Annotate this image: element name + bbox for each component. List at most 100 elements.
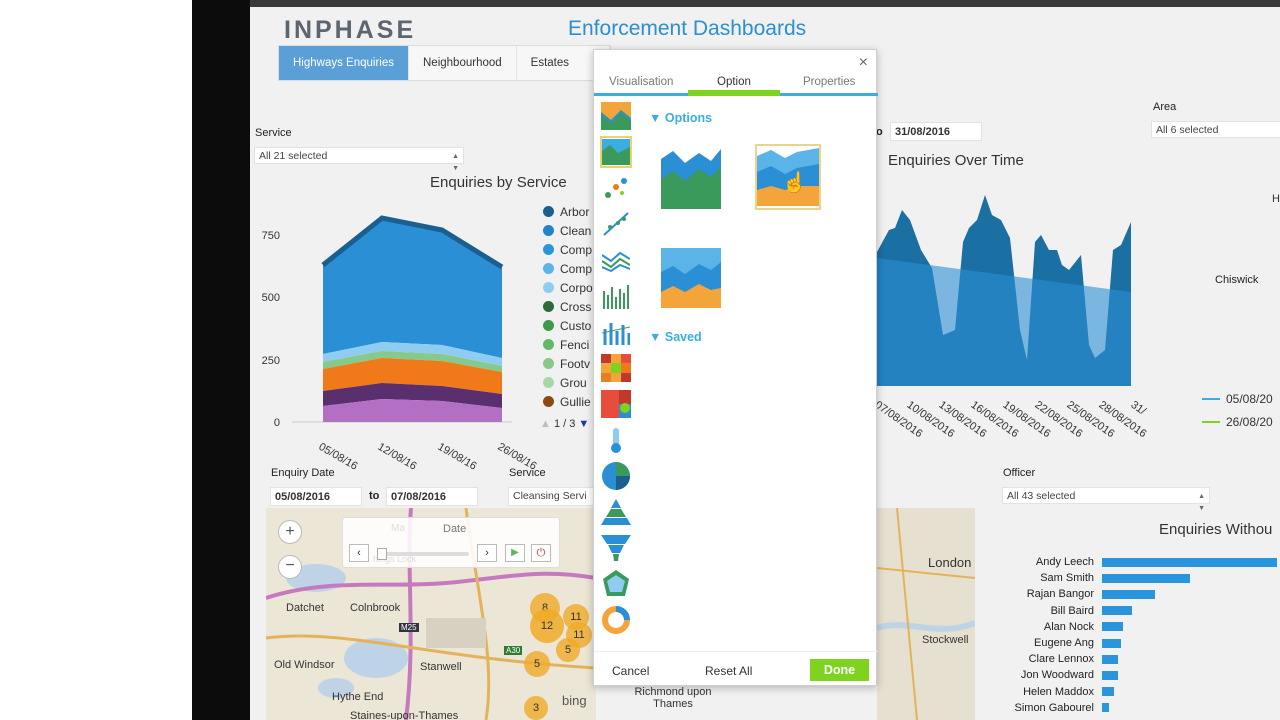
mouse-cursor-icon: ☝ <box>782 172 807 194</box>
service-select-2[interactable]: Cleansing Servi <box>508 487 598 506</box>
legend-item[interactable]: Grou <box>543 373 593 392</box>
trend-scatter-icon[interactable] <box>600 208 632 240</box>
area-select[interactable]: All 6 selected <box>1151 121 1280 138</box>
timeline-slider-handle[interactable] <box>377 548 387 560</box>
treemap-icon[interactable] <box>600 388 632 420</box>
legend-item[interactable]: Comp <box>543 259 593 278</box>
sparkline-icon[interactable] <box>600 280 632 312</box>
chart-type-icon-list <box>600 100 634 640</box>
chiswick-label: Chiswick <box>1215 274 1259 286</box>
legend-dot-icon <box>543 206 554 217</box>
officer-bar[interactable] <box>1102 622 1123 632</box>
percent-area-option[interactable] <box>658 245 724 311</box>
power-icon[interactable]: ⏻ <box>531 544 551 562</box>
tab-properties[interactable]: Properties <box>803 76 855 88</box>
map-cluster[interactable]: 3 <box>524 696 548 720</box>
play-icon[interactable]: ▶ <box>505 544 525 562</box>
reset-all-button[interactable]: Reset All <box>705 664 752 678</box>
bar-lines-icon[interactable] <box>600 316 632 348</box>
thermometer-icon[interactable] <box>600 424 632 456</box>
tab-neighbourhood[interactable]: Neighbourhood <box>409 46 517 80</box>
road-shield: M25 <box>399 623 419 632</box>
saved-section-header[interactable]: ▼ Saved <box>649 330 702 344</box>
funnel-icon[interactable] <box>600 532 632 564</box>
pager-prev-icon[interactable]: ▲ <box>540 418 551 430</box>
end-date-input[interactable]: 31/08/2016 <box>890 122 982 141</box>
legend-item[interactable]: Comp <box>543 240 593 259</box>
zoom-out-button[interactable]: − <box>278 555 302 579</box>
tab-option[interactable]: Option <box>717 76 751 88</box>
legend-pager[interactable]: ▲ 1 / 3 ▼ <box>540 418 589 430</box>
officer-select[interactable]: All 43 selected ▲ ▼ <box>1002 487 1210 512</box>
service-select-value: All 21 selected <box>259 150 328 162</box>
x-tick-label: 12/08/16 <box>376 441 419 470</box>
dialog-tabs: Visualisation Option Properties <box>594 72 878 96</box>
timeline-prev-button[interactable]: ‹ <box>349 544 369 562</box>
radar-icon[interactable] <box>600 568 632 600</box>
map-east[interactable]: London Stockwell <box>876 507 977 720</box>
close-icon[interactable]: × <box>859 54 868 72</box>
area-select-value: All 6 selected <box>1156 124 1219 136</box>
officer-bar[interactable] <box>1102 606 1132 616</box>
stacked-area-option[interactable] <box>658 146 724 212</box>
outer-background <box>0 0 192 720</box>
multi-line-icon[interactable] <box>600 244 632 276</box>
pager-next-icon[interactable]: ▼ <box>578 418 589 430</box>
enquiries-without-title: Enquiries Withou <box>1159 521 1273 538</box>
scatter-icon[interactable] <box>600 172 632 204</box>
officer-bar[interactable] <box>1102 654 1118 664</box>
select-arrow-icon: ▲ ▼ <box>452 153 459 172</box>
start-date-input[interactable]: 05/08/2016 <box>270 487 362 506</box>
legend-item[interactable]: Custo <box>543 316 593 335</box>
options-section-header[interactable]: ▼ Options <box>649 111 712 125</box>
line-area-icon[interactable] <box>600 100 632 132</box>
options-heading: Options <box>664 111 713 125</box>
officer-bar[interactable] <box>1102 557 1277 567</box>
service-select[interactable]: All 21 selected ▲ ▼ <box>254 147 464 172</box>
officer-bar[interactable] <box>1102 687 1115 697</box>
officer-filter-label: Officer <box>1003 467 1036 479</box>
map-cluster[interactable]: 5 <box>556 638 580 662</box>
map-cluster[interactable]: 12 <box>530 609 564 643</box>
tab-visualisation[interactable]: Visualisation <box>609 76 673 88</box>
end-date-input-2[interactable]: 07/08/2016 <box>386 487 478 506</box>
legend-item[interactable]: Gullie <box>543 392 593 411</box>
officer-bar[interactable] <box>1102 670 1118 680</box>
map-east-base <box>876 507 977 720</box>
cancel-button[interactable]: Cancel <box>612 664 649 678</box>
map-place-label: Old Windsor <box>274 659 335 671</box>
officer-bar[interactable] <box>1102 638 1122 648</box>
timeline-slider[interactable] <box>379 552 469 556</box>
officer-bar-row: Jon Woodward <box>1007 667 1280 683</box>
service-select-value: Cleansing Servi <box>513 490 587 502</box>
zoom-in-button[interactable]: + <box>278 520 302 544</box>
legend-item[interactable]: Fenci <box>543 335 593 354</box>
area-icon[interactable] <box>600 136 632 168</box>
pager-text: 1 / 3 <box>553 418 576 430</box>
y-tick-label: 250 <box>262 355 280 367</box>
legend-item[interactable]: Footv <box>543 354 593 373</box>
page-title: Enforcement Dashboards <box>568 17 807 40</box>
donut-icon[interactable] <box>600 604 632 636</box>
pyramid-icon[interactable] <box>600 496 632 528</box>
tab-highways-enquiries[interactable]: Highways Enquiries <box>279 46 409 80</box>
legend-item[interactable]: Arbor <box>543 202 593 221</box>
legend-item[interactable]: Cross <box>543 297 593 316</box>
map-place-label: Datchet <box>286 602 324 614</box>
timeline-next-button[interactable]: › <box>477 544 497 562</box>
heatmap-icon[interactable] <box>600 352 632 384</box>
legend-item[interactable]: Clean <box>543 221 593 240</box>
done-button[interactable]: Done <box>810 659 869 681</box>
legend-item[interactable]: Corpo <box>543 278 593 297</box>
map-cluster[interactable]: 5 <box>524 651 550 677</box>
legend-label: Footv <box>560 356 591 371</box>
officer-bar[interactable] <box>1102 703 1109 713</box>
officer-bar[interactable] <box>1102 589 1155 599</box>
officer-select-value: All 43 selected <box>1007 490 1076 502</box>
side-label-h: H <box>1272 193 1280 205</box>
pie-icon[interactable] <box>600 460 632 492</box>
officer-bar[interactable] <box>1102 573 1190 583</box>
legend-dot-icon <box>543 244 554 255</box>
date-to-label: to <box>369 490 380 502</box>
legend-label: Comp <box>560 261 593 276</box>
